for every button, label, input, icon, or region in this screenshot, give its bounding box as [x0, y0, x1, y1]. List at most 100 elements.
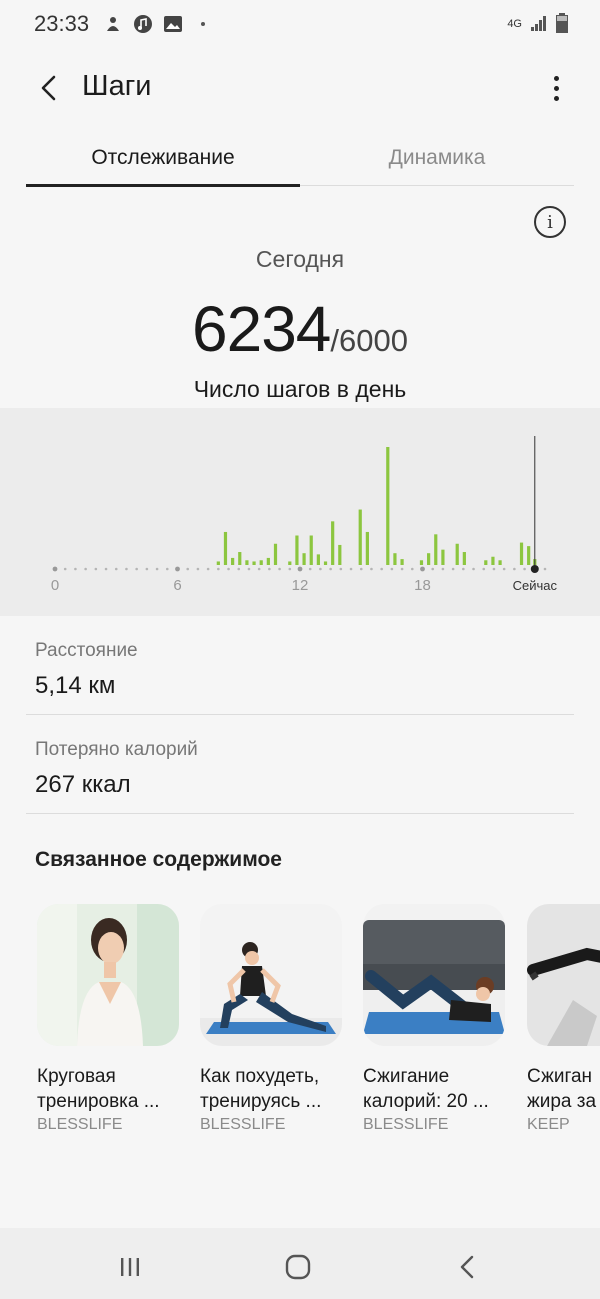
baseline-dot [145, 567, 149, 571]
baseline-dot [278, 567, 281, 571]
status-time: 23:33 [34, 11, 90, 36]
chart-bar [295, 535, 299, 565]
chart-bar [491, 556, 495, 565]
gallery-icon [163, 14, 183, 34]
card-thumbnail [527, 904, 600, 1046]
baseline-dot [84, 567, 87, 571]
baseline-dot [63, 567, 67, 571]
card-thumbnail [363, 904, 505, 1046]
related-card[interactable]: Сжигание калорий: 20 ... BLESSLIFE [363, 904, 505, 1134]
baseline-dot [359, 567, 363, 571]
home-button[interactable] [283, 1252, 313, 1282]
app-bar: Шаги [0, 56, 600, 120]
card-title-line2: тренировка ... [37, 1091, 160, 1112]
chart-bar [338, 544, 342, 565]
dot-icon [193, 14, 213, 34]
tab-bar: Отслеживание Динамика [26, 134, 574, 187]
chart-bar [316, 554, 320, 565]
chart-bar [273, 543, 278, 565]
card-title-line1: Круговая [37, 1066, 116, 1087]
steps-value: 6234 [192, 293, 331, 365]
card-source: BLESSLIFE [37, 1116, 123, 1133]
chart-bar [455, 543, 459, 565]
info-button[interactable]: i [534, 206, 566, 238]
x-tick-label: 0 [51, 577, 59, 594]
baseline-dot [104, 567, 108, 571]
recents-button[interactable] [115, 1252, 145, 1282]
baseline-dot [451, 567, 455, 571]
related-cards: Круговая тренировка ... BLESSLIFE Как по… [37, 904, 600, 1144]
card-source: KEEP [527, 1116, 570, 1133]
card-thumbnail [37, 904, 179, 1046]
chart-bar [302, 553, 306, 565]
x-tick-label: 12 [292, 577, 309, 594]
more-options-button[interactable] [544, 70, 568, 106]
tab-tracking[interactable]: Отслеживание [26, 134, 300, 187]
card-title-line2: жира за [527, 1091, 597, 1112]
baseline-dot [472, 567, 475, 571]
baseline-dot [206, 567, 210, 571]
calories-value: 267 ккал [35, 771, 131, 798]
baseline-dot [257, 567, 261, 571]
baseline-dot [462, 567, 465, 571]
baseline-dot [543, 567, 547, 571]
card-source: BLESSLIFE [200, 1116, 286, 1133]
back-arrow-icon [41, 75, 56, 101]
related-content-title: Связанное содержимое [35, 848, 282, 871]
chart-bar [309, 535, 313, 565]
baseline-dot [502, 567, 506, 571]
card-thumbnail [200, 904, 342, 1046]
related-card[interactable]: Круговая тренировка ... BLESSLIFE [37, 904, 179, 1134]
baseline-dot [288, 567, 292, 571]
chart-bar [419, 560, 424, 565]
chart-bar [323, 561, 328, 565]
baseline-dot [431, 567, 435, 571]
baseline-dot [441, 567, 445, 571]
distance-stat: Расстояние 5,14 км [26, 640, 574, 715]
baseline-dot [74, 567, 77, 571]
baseline-dot [186, 567, 190, 571]
back-button[interactable] [30, 70, 66, 106]
recents-icon [121, 1258, 139, 1276]
status-bar: 23:33 4G [0, 0, 600, 48]
chart-bar [266, 557, 270, 565]
baseline-dot [227, 567, 230, 571]
baseline-dot [237, 567, 241, 571]
now-marker-dot [530, 565, 539, 573]
baseline-dot [155, 567, 159, 571]
chart-bar [427, 553, 431, 565]
card-source: BLESSLIFE [363, 1116, 449, 1133]
card-title-line1: Сжигание [363, 1066, 450, 1087]
steps-chart-svg: 0 6 12 18 Сейчас [51, 436, 558, 594]
x-tick-label: Сейчас [513, 578, 558, 593]
tick-dot [52, 566, 58, 572]
related-card[interactable]: Как похудеть, тренируясь ... BLESSLIFE [200, 904, 342, 1134]
baseline-dot [400, 567, 404, 571]
chart-bar [462, 552, 466, 565]
info-icon: i [547, 211, 553, 233]
steps-caption: Число шагов в день [193, 376, 407, 402]
baseline-dot [114, 567, 118, 571]
steps-chart[interactable]: 0 6 12 18 Сейчас [0, 408, 600, 616]
home-icon [285, 1254, 311, 1280]
baseline-dot [247, 567, 251, 571]
tab-trends[interactable]: Динамика [300, 134, 574, 185]
chart-bar [223, 531, 228, 565]
chart-bar [245, 560, 249, 565]
chart-bar [441, 549, 445, 565]
chart-bar [484, 560, 488, 565]
steps-count: 6234/6000 [0, 292, 600, 366]
back-nav-icon [460, 1255, 474, 1279]
calories-label: Потеряно калорий [35, 739, 198, 760]
baseline-dot [125, 567, 128, 571]
x-tick-label: 6 [173, 577, 181, 594]
more-dot-icon [553, 75, 559, 81]
distance-label: Расстояние [35, 640, 138, 661]
baseline-dot [268, 567, 271, 571]
related-card[interactable]: Сжиган жира за KEEP [527, 904, 600, 1134]
card-title-line2: калорий: 20 ... [363, 1091, 489, 1112]
chart-bar [216, 561, 220, 565]
baseline-dot [380, 567, 383, 571]
back-nav-button[interactable] [452, 1252, 482, 1282]
baseline-dot [217, 567, 220, 571]
